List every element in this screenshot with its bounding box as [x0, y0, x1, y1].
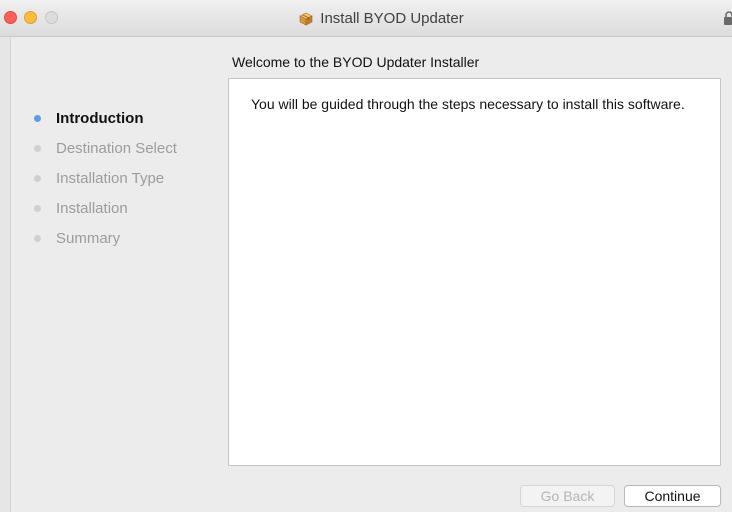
- step-introduction: Introduction: [34, 103, 177, 133]
- window-left-edge: [0, 36, 10, 512]
- step-indicator-dot: [34, 174, 41, 182]
- step-label: Installation: [56, 199, 128, 217]
- title-bar[interactable]: Install BYOD Updater: [0, 0, 732, 37]
- go-back-button[interactable]: Go Back: [520, 485, 615, 507]
- step-installation: Installation: [34, 193, 177, 223]
- installer-window: Install BYOD Updater Welcome to the BYOD…: [0, 0, 732, 512]
- step-label: Introduction: [56, 109, 144, 127]
- step-label: Destination Select: [56, 139, 177, 157]
- introduction-text: You will be guided through the steps nec…: [251, 96, 685, 112]
- window-title: Install BYOD Updater: [320, 9, 464, 27]
- step-indicator-dot: [34, 144, 41, 152]
- step-summary: Summary: [34, 223, 177, 253]
- step-indicator-dot: [34, 204, 41, 212]
- window-title-group: Install BYOD Updater: [298, 9, 464, 27]
- step-indicator-dot: [34, 234, 41, 242]
- lock-icon: [724, 11, 732, 25]
- continue-button[interactable]: Continue: [624, 485, 721, 507]
- step-destination-select: Destination Select: [34, 133, 177, 163]
- step-indicator-dot: [34, 114, 41, 122]
- installer-steps-list: Introduction Destination Select Installa…: [34, 103, 177, 253]
- step-label: Installation Type: [56, 169, 165, 187]
- content-panel: You will be guided through the steps nec…: [228, 78, 721, 466]
- step-label: Summary: [56, 229, 121, 247]
- page-subtitle: Welcome to the BYOD Updater Installer: [232, 54, 480, 70]
- step-installation-type: Installation Type: [34, 163, 177, 193]
- package-icon: [298, 10, 314, 26]
- window-title-area: Install BYOD Updater: [0, 0, 732, 36]
- window-left-divider: [10, 36, 11, 512]
